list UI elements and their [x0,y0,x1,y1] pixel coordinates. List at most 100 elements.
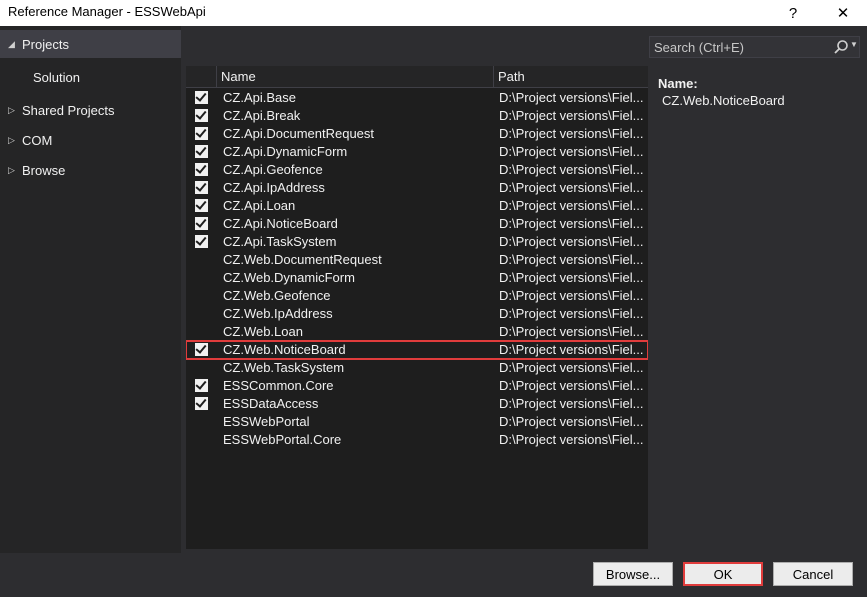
checkbox-checked[interactable] [195,379,208,392]
row-path: D:\Project versions\Fiel... [499,198,644,213]
row-name: CZ.Api.Base [223,90,296,105]
browse-button[interactable]: Browse... [593,562,673,586]
row-name: CZ.Api.DocumentRequest [223,126,375,141]
row-path: D:\Project versions\Fiel... [499,270,644,285]
checkbox-checked[interactable] [195,127,208,140]
checkbox-unchecked[interactable] [195,415,208,428]
checkbox-checked[interactable] [195,199,208,212]
nav-item-projects[interactable]: ◢ Projects [0,30,181,58]
checkbox-unchecked[interactable] [195,325,208,338]
checkbox-unchecked[interactable] [195,253,208,266]
list-row[interactable]: CZ.Api.TaskSystem D:\Project versions\Fie… [186,233,648,251]
details-name-value: CZ.Web.NoticeBoard [662,93,785,108]
collapsed-arrow-icon: ▷ [8,134,15,145]
search-box: ▼ [649,36,860,58]
list-row[interactable]: CZ.Api.Geofence D:\Project versions\Fiel.… [186,161,648,179]
row-name: CZ.Api.DynamicForm [223,144,348,159]
row-path: D:\Project versions\Fiel... [499,108,644,123]
list-row[interactable]: CZ.Api.DocumentRequest D:\Project version… [186,125,648,143]
list-row[interactable]: ESSWebPortal D:\Project versions\Fiel... [186,413,648,431]
project-list: Name Path CZ.Api.Base D:\Project versions… [186,66,648,549]
checkbox-unchecked[interactable] [195,289,208,302]
list-row[interactable]: CZ.Web.NoticeBoard D:\Project versions\Fi… [186,340,648,360]
row-path: D:\Project versions\Fiel... [499,90,644,105]
close-button[interactable]: ✕ [820,0,866,26]
row-path: D:\Project versions\Fiel... [499,288,644,303]
list-row[interactable]: CZ.Api.Break D:\Project versions\Fiel... [186,107,648,125]
expanded-arrow-icon: ◢ [8,38,15,49]
nav-label: Projects [22,36,69,52]
row-name: CZ.Web.IpAddress [223,306,333,321]
row-path: D:\Project versions\Fiel... [499,432,644,447]
row-path: D:\Project versions\Fiel... [499,342,644,357]
checkbox-unchecked[interactable] [195,433,208,446]
row-path: D:\Project versions\Fiel... [499,234,644,249]
list-row[interactable]: ESSCommon.Core D:\Project versions\Fiel..… [186,377,648,395]
list-row[interactable]: CZ.Api.IpAddress D:\Project versions\Fiel… [186,179,648,197]
collapsed-arrow-icon: ▷ [8,164,15,175]
help-button[interactable]: ? [770,0,816,26]
nav-label: Solution [33,69,80,85]
row-name: ESSDataAccess [223,396,319,411]
list-row[interactable]: CZ.Api.Base D:\Project versions\Fiel... [186,89,648,107]
help-icon: ? [788,4,798,22]
close-icon: ✕ [836,5,850,22]
row-name: ESSWebPortal [223,414,310,429]
row-path: D:\Project versions\Fiel... [499,360,644,375]
checkbox-checked[interactable] [195,163,208,176]
reference-manager-dialog: Reference Manager - ESSWebApi ? ✕ ◢ Proj… [0,0,867,597]
list-row[interactable]: CZ.Web.Geofence D:\Project versions\Fiel.… [186,287,648,305]
left-nav: ◢ Projects Solution ▷ Shared Projects ▷ … [0,26,181,553]
header-name[interactable]: Name [216,66,493,88]
row-name: CZ.Web.Geofence [223,288,331,303]
checkbox-unchecked[interactable] [195,361,208,374]
checkbox-checked[interactable] [195,217,208,230]
row-name: CZ.Web.NoticeBoard [223,342,346,357]
checkbox-unchecked[interactable] [195,271,208,284]
row-name: CZ.Api.IpAddress [223,180,325,195]
nav-label: Browse [22,162,66,178]
nav-item-shared-projects[interactable]: ▷ Shared Projects [0,96,181,124]
list-row[interactable]: CZ.Web.DynamicForm D:\Project versions\Fi… [186,269,648,287]
cancel-button[interactable]: Cancel [773,562,853,586]
row-name: CZ.Api.TaskSystem [223,234,337,249]
search-input[interactable] [654,38,824,56]
row-name: CZ.Web.DocumentRequest [223,252,382,267]
search-icon[interactable] [833,39,849,55]
nav-label: Shared Projects [22,102,115,118]
title-bar: Reference Manager - ESSWebApi ? ✕ [0,0,867,26]
row-path: D:\Project versions\Fiel... [499,396,644,411]
list-row[interactable]: CZ.Api.NoticeBoard D:\Project versions\Fi… [186,215,648,233]
nav-item-com[interactable]: ▷ COM [0,126,181,154]
row-name: CZ.Api.NoticeBoard [223,216,338,231]
nav-item-solution[interactable]: Solution [0,63,181,91]
checkbox-checked[interactable] [195,145,208,158]
nav-label: COM [22,132,53,148]
row-path: D:\Project versions\Fiel... [499,306,644,321]
row-path: D:\Project versions\Fiel... [499,378,644,393]
checkbox-checked[interactable] [195,343,208,356]
list-row[interactable]: CZ.Web.TaskSystem D:\Project versions\Fie… [186,359,648,377]
details-name-label: Name: [658,76,698,91]
header-path[interactable]: Path [493,66,648,88]
list-row[interactable]: CZ.Api.Loan D:\Project versions\Fiel... [186,197,648,215]
window-title: Reference Manager - ESSWebApi [8,4,206,19]
list-row[interactable]: ESSDataAccess D:\Project versions\Fiel... [186,395,648,413]
checkbox-checked[interactable] [195,109,208,122]
header-check-column[interactable] [186,66,216,88]
checkbox-checked[interactable] [195,397,208,410]
list-row[interactable]: CZ.Api.DynamicForm D:\Project versions\Fi… [186,143,648,161]
row-name: ESSCommon.Core [223,378,334,393]
list-row[interactable]: CZ.Web.Loan D:\Project versions\Fiel... [186,323,648,341]
nav-item-browse[interactable]: ▷ Browse [0,156,181,184]
list-row[interactable]: CZ.Web.IpAddress D:\Project versions\Fiel… [186,305,648,323]
checkbox-checked[interactable] [195,91,208,104]
list-row[interactable]: ESSWebPortal.Core D:\Project versions\Fie… [186,431,648,449]
checkbox-unchecked[interactable] [195,307,208,320]
checkbox-checked[interactable] [195,235,208,248]
list-row[interactable]: CZ.Web.DocumentRequest D:\Project version… [186,251,648,269]
row-path: D:\Project versions\Fiel... [499,252,644,267]
search-options-dropdown-icon[interactable]: ▼ [850,40,858,49]
checkbox-checked[interactable] [195,181,208,194]
ok-button[interactable]: OK [683,562,763,586]
